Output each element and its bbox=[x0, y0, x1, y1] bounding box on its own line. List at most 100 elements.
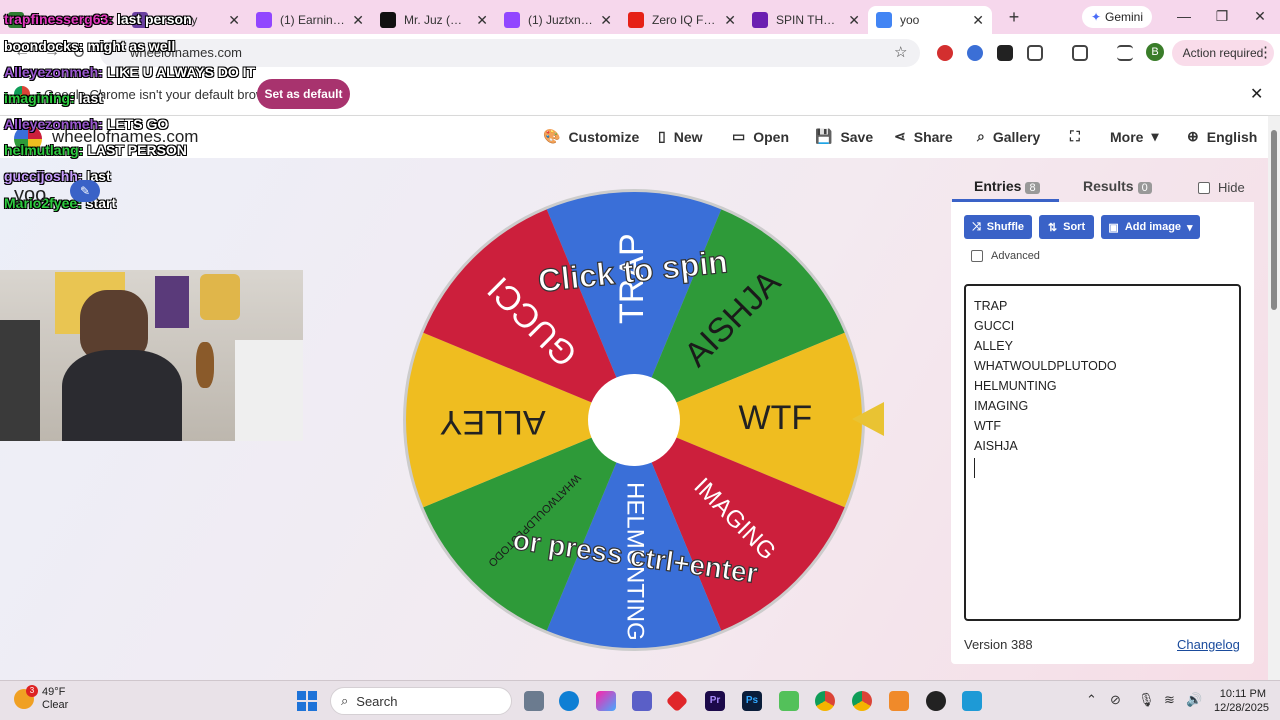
page-scrollbar[interactable] bbox=[1268, 116, 1280, 680]
chat-username: trapfinesserg63: bbox=[4, 11, 113, 27]
extension-icon[interactable] bbox=[997, 45, 1013, 61]
teams-icon[interactable] bbox=[632, 691, 652, 711]
nav-gallery-button[interactable]: ⌕ Gallery bbox=[977, 128, 1040, 145]
taskbar-search[interactable]: ⌕ Search bbox=[330, 687, 512, 715]
tab-title: yoo bbox=[900, 13, 920, 27]
extension-icon[interactable] bbox=[937, 45, 953, 61]
profile-avatar[interactable]: B bbox=[1146, 43, 1164, 61]
media-control-icon[interactable] bbox=[1117, 45, 1133, 61]
scrollbar-thumb[interactable] bbox=[1271, 130, 1277, 310]
hide-toggle[interactable]: Hide bbox=[1198, 180, 1245, 195]
google-icon bbox=[876, 12, 892, 28]
tab-close-icon[interactable]: ✕ bbox=[600, 12, 612, 29]
advanced-checkbox[interactable] bbox=[971, 250, 983, 262]
chrome-icon[interactable] bbox=[815, 691, 835, 711]
tab-close-icon[interactable]: ✕ bbox=[352, 12, 364, 29]
entry-line: GUCCI bbox=[974, 319, 1015, 333]
browser-tab[interactable]: Zero IQ Freestyle ✕ bbox=[620, 6, 744, 34]
puzzle-icon[interactable] bbox=[1027, 45, 1043, 61]
tab-close-icon[interactable]: ✕ bbox=[848, 12, 860, 29]
tab-close-icon[interactable]: ✕ bbox=[972, 12, 984, 29]
browser-tab[interactable]: (1) Earnings - Tw ✕ bbox=[248, 6, 372, 34]
gemini-button[interactable]: ✦ Gemini bbox=[1082, 6, 1152, 28]
weather-widget[interactable]: 3 49°F Clear bbox=[14, 685, 69, 712]
close-window-button[interactable]: ✕ bbox=[1250, 8, 1270, 25]
task-view-icon[interactable] bbox=[524, 691, 544, 711]
folder-icon: ▭ bbox=[732, 128, 746, 144]
nav-save-button[interactable]: 💾 Save bbox=[815, 128, 873, 145]
fullscreen-icon: ⛶ bbox=[1070, 128, 1080, 144]
browser-tab[interactable]: yoo ✕ bbox=[868, 6, 992, 34]
new-tab-button[interactable]: + bbox=[1002, 7, 1026, 28]
browser-tab[interactable]: SPIN THE WHEEL ✕ bbox=[744, 6, 868, 34]
app-icon[interactable] bbox=[889, 691, 909, 711]
chat-text: last person bbox=[116, 11, 192, 27]
bookmark-star-icon[interactable]: ☆ bbox=[894, 43, 907, 61]
tab-search-icon[interactable] bbox=[1072, 45, 1088, 61]
wifi-icon[interactable]: ≋ bbox=[1164, 692, 1175, 708]
minimize-button[interactable]: — bbox=[1174, 8, 1194, 24]
chat-username: boondocks: bbox=[4, 38, 84, 54]
clock[interactable]: 10:11 PM 12/28/2025 bbox=[1214, 687, 1269, 715]
set-default-button[interactable]: Set as default bbox=[257, 79, 350, 109]
address-bar[interactable]: wheelofnames.com bbox=[100, 39, 920, 67]
nav-english-button[interactable]: ⊕ English bbox=[1187, 128, 1257, 145]
tab-results[interactable]: Results 0 bbox=[1083, 178, 1152, 194]
text-caret bbox=[974, 458, 975, 478]
person-body bbox=[62, 350, 182, 441]
wheel-segment-label: WTF bbox=[739, 399, 813, 437]
premiere-icon[interactable]: Pr bbox=[705, 691, 725, 711]
chat-text: LETS GO bbox=[106, 116, 169, 132]
shuffle-button[interactable]: ⤨ Shuffle bbox=[964, 215, 1032, 239]
obs-icon[interactable] bbox=[926, 691, 946, 711]
changelog-link[interactable]: Changelog bbox=[1177, 637, 1240, 652]
tab-close-icon[interactable]: ✕ bbox=[476, 12, 488, 29]
tab-entries[interactable]: Entries 8 bbox=[974, 178, 1040, 194]
nav-share-button[interactable]: ⋖ Share bbox=[894, 128, 953, 145]
browser-tab[interactable]: Mr. Juz (@mr.juz) ✕ bbox=[372, 6, 496, 34]
photoshop-icon[interactable]: Ps bbox=[742, 691, 762, 711]
nav-more-button[interactable]: More ▾ bbox=[1110, 128, 1158, 145]
hide-checkbox[interactable] bbox=[1198, 181, 1210, 194]
copilot-icon[interactable] bbox=[596, 691, 616, 711]
tab-close-icon[interactable]: ✕ bbox=[228, 12, 240, 29]
app-icon[interactable] bbox=[779, 691, 799, 711]
chat-message: Alleyezonmeh: LETS GO bbox=[4, 116, 168, 132]
app-icon[interactable] bbox=[665, 689, 689, 713]
spin-wheel[interactable]: TRAP AISHJAWTFIMAGINGHELMUNTINGWHATWOULDP… bbox=[400, 186, 868, 654]
chevron-down-icon: ▾ bbox=[1187, 221, 1193, 234]
sort-icon: ⇅ bbox=[1047, 221, 1058, 234]
menu-dots-icon[interactable]: ⋮ bbox=[1258, 43, 1273, 61]
start-button[interactable] bbox=[297, 691, 317, 711]
maximize-button[interactable]: ❐ bbox=[1212, 8, 1232, 25]
advanced-toggle[interactable]: Advanced bbox=[971, 250, 1040, 262]
browser-tab[interactable]: (1) Juztxn's Video ✕ bbox=[496, 6, 620, 34]
sort-button[interactable]: ⇅ Sort bbox=[1039, 215, 1094, 239]
edit-pencil-icon[interactable]: ✎ bbox=[70, 180, 100, 202]
webcam-overlay bbox=[0, 270, 303, 441]
wheel-hub[interactable] bbox=[588, 374, 680, 466]
chat-username: Alleyezonmeh: bbox=[4, 116, 103, 132]
volume-icon[interactable]: 🔊 bbox=[1186, 692, 1202, 708]
entries-panel: ⤨ Shuffle ⇅ Sort ▣ Add image ▾ Advanced TRAP… bbox=[951, 202, 1254, 664]
nav-label: Open bbox=[753, 128, 790, 145]
weather-desc: Clear bbox=[42, 699, 69, 711]
app-icon[interactable] bbox=[962, 691, 982, 711]
extension-icon[interactable] bbox=[967, 45, 983, 61]
nav-fullscreen-button[interactable]: ⛶ bbox=[1070, 128, 1088, 145]
nav-open-button[interactable]: ▭ Open bbox=[732, 128, 789, 145]
tab-close-icon[interactable]: ✕ bbox=[724, 12, 736, 29]
chrome-icon[interactable] bbox=[852, 691, 872, 711]
share-icon: ⋖ bbox=[894, 128, 906, 144]
close-icon[interactable]: ✕ bbox=[1250, 84, 1263, 104]
add-image-button[interactable]: ▣ Add image ▾ bbox=[1101, 215, 1200, 239]
edge-icon[interactable] bbox=[559, 691, 579, 711]
nav-label: English bbox=[1206, 128, 1258, 145]
entries-textarea[interactable]: TRAP GUCCI ALLEY WHATWOULDPLUTODO HELMUNTING… bbox=[964, 284, 1241, 621]
microphone-icon[interactable]: 🎙 bbox=[1138, 692, 1155, 708]
network-icon[interactable]: ⊘ bbox=[1110, 692, 1121, 708]
nav-new-button[interactable]: ▯ New bbox=[658, 128, 703, 145]
nav-customize-button[interactable]: 🎨 Customize bbox=[543, 128, 639, 145]
file-icon: ▯ bbox=[658, 128, 666, 144]
chevron-up-icon[interactable]: ⌃ bbox=[1086, 692, 1097, 708]
